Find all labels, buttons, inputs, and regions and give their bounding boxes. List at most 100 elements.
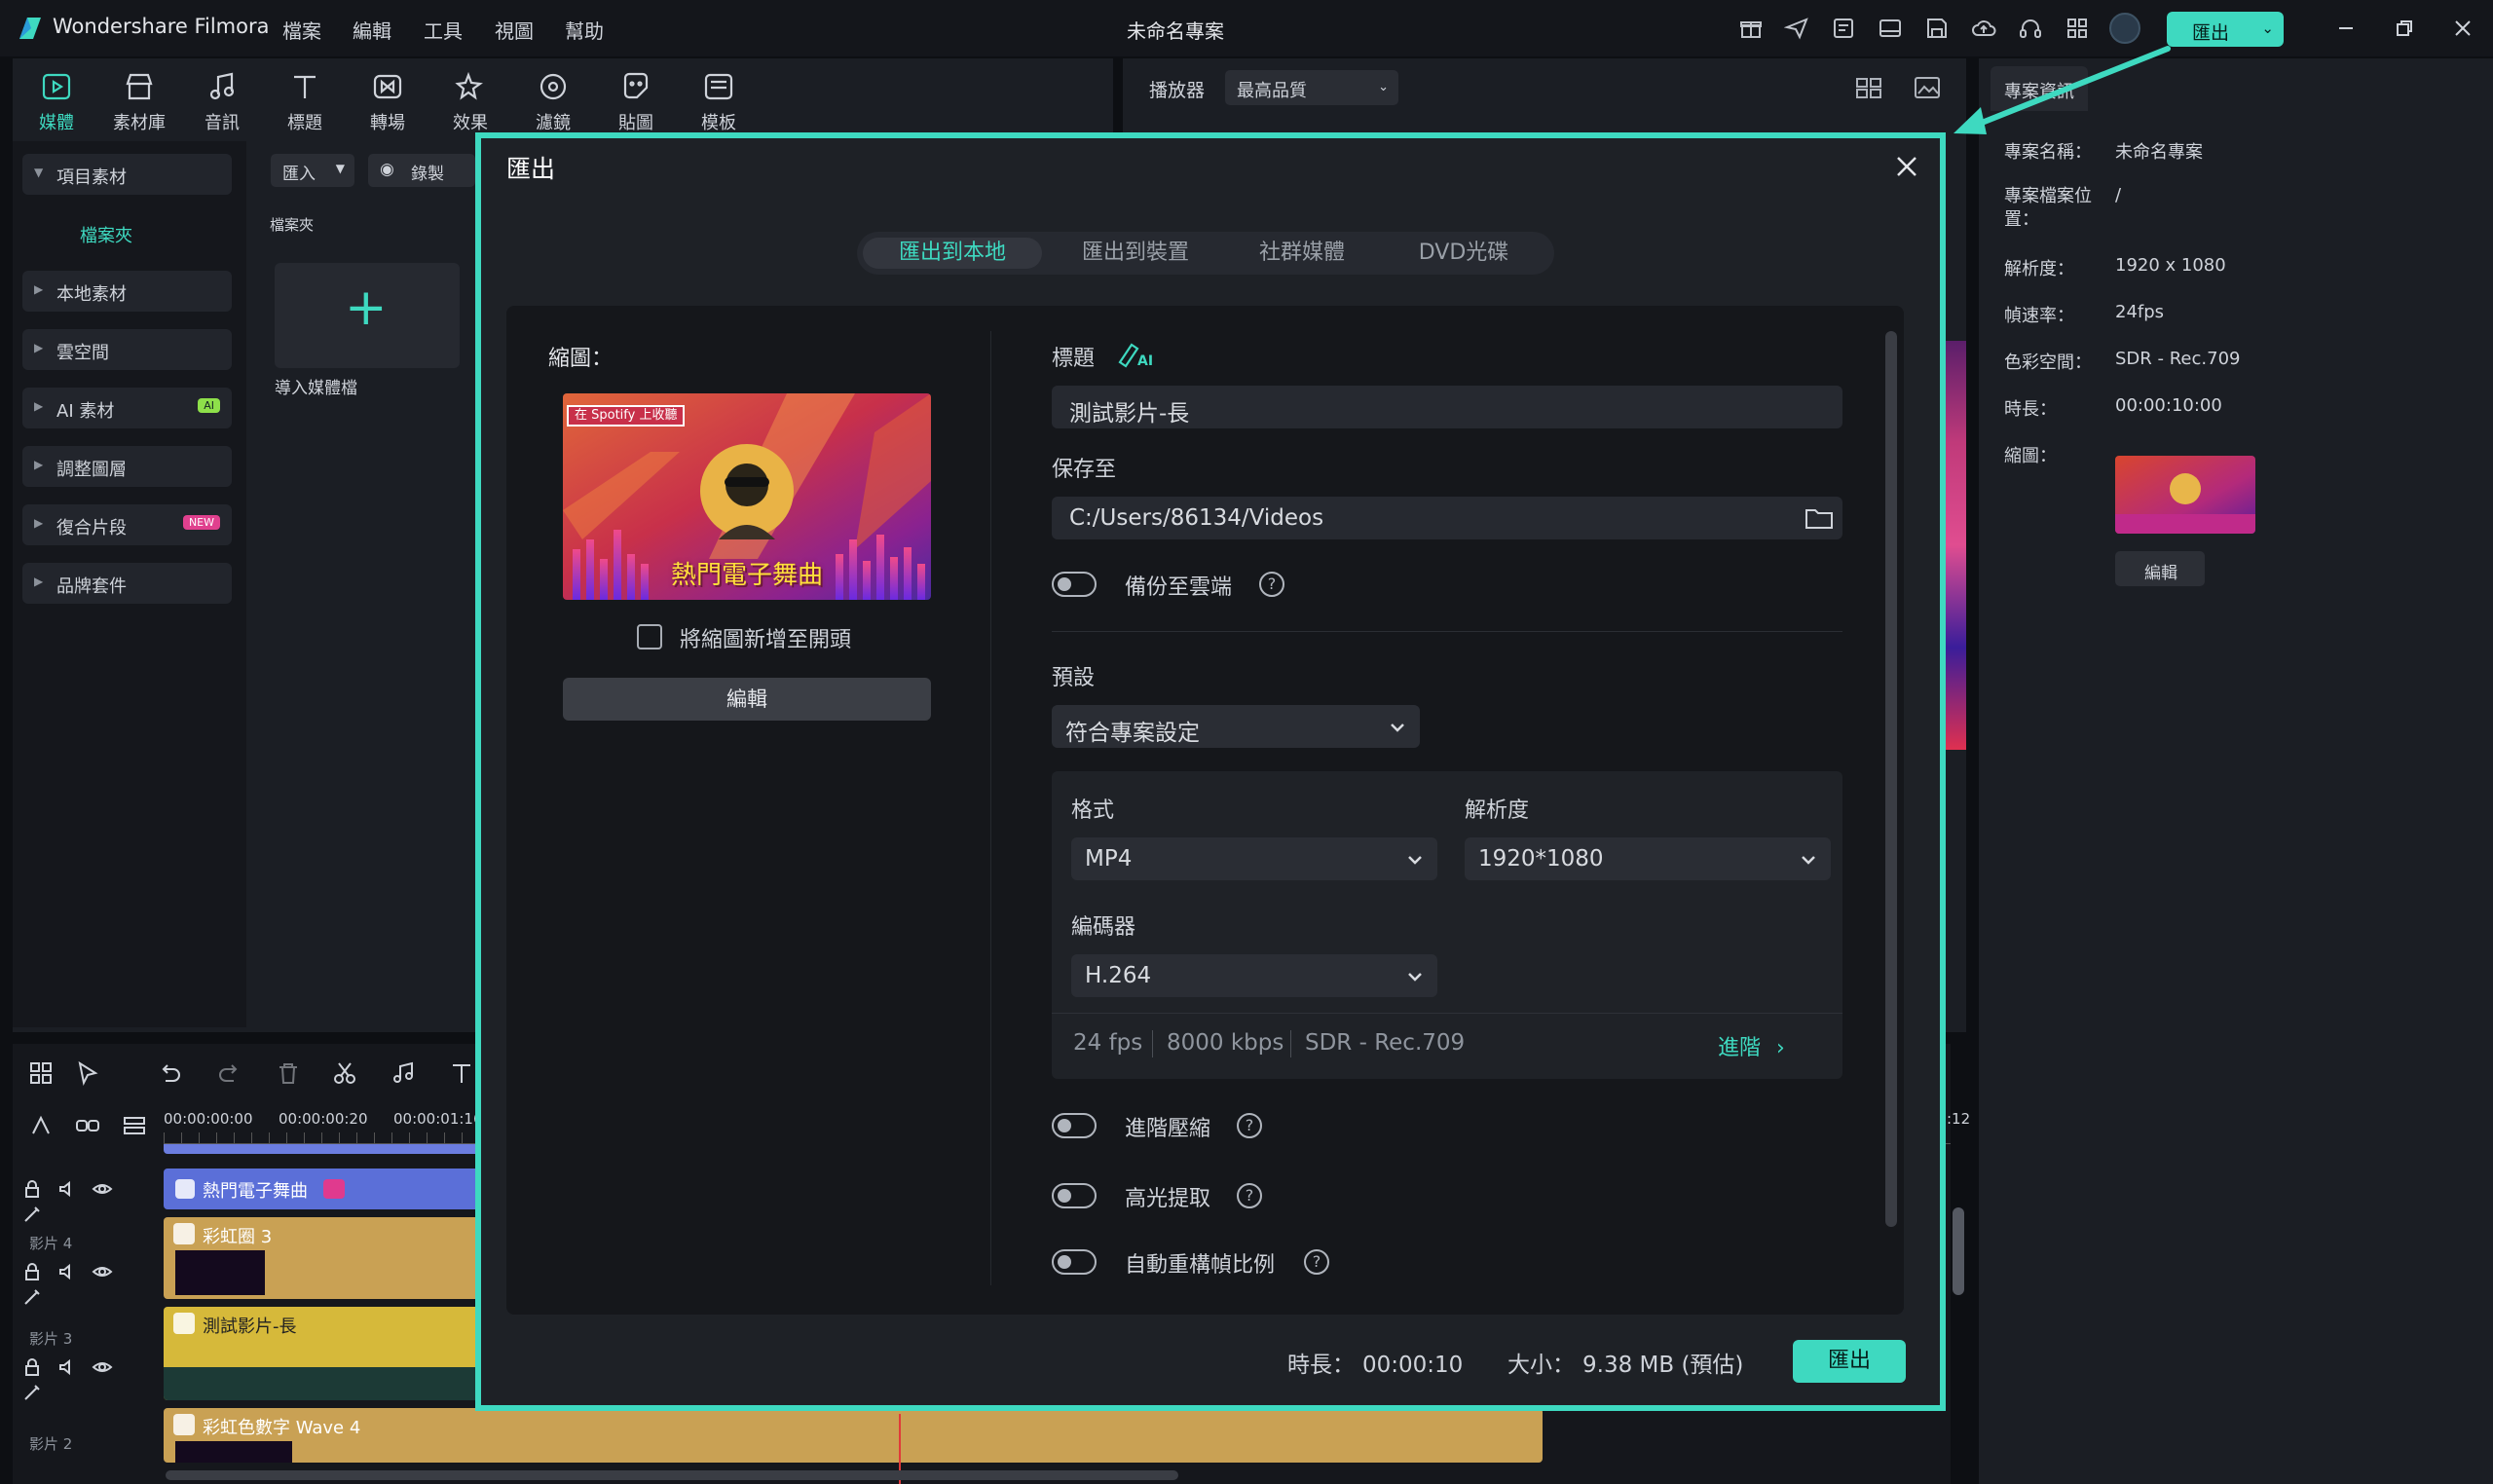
format-select[interactable]: MP4 [1071,837,1437,880]
lib-item-adjust[interactable]: ▶ 調整圖層 [22,446,232,487]
send-icon[interactable] [1783,16,1809,41]
lib-item-compound[interactable]: ▶ 復合片段 NEW [22,504,232,545]
layout-icon[interactable] [1878,16,1903,41]
rainbow-wave-clip[interactable]: 彩虹色數字 Wave 4 [164,1408,1543,1463]
ai-title-icon[interactable]: AI [1116,339,1153,369]
tool-titles[interactable]: 標題 [270,66,340,134]
timeline-scrollbar[interactable] [166,1470,1178,1480]
restore-icon[interactable] [2390,14,2419,43]
minimize-icon[interactable] [2331,14,2361,43]
thumbnail-label: 縮圖： [548,347,614,371]
lib-folder-item[interactable]: 檔案夾 [80,222,132,247]
lib-item-project[interactable]: ▼ 項目素材 [22,154,232,195]
select-tool-icon[interactable] [74,1059,101,1087]
grid-view-icon[interactable] [1854,74,1883,101]
lib-item-ai[interactable]: ▶ AI 素材 AI [22,388,232,428]
test-video-clip[interactable]: 測試影片-長 [164,1307,485,1400]
magic-wand-icon[interactable] [21,1382,43,1403]
help-icon[interactable]: ? [1237,1113,1262,1138]
text-tool-icon[interactable] [448,1059,475,1087]
lib-item-cloud[interactable]: ▶ 雲空間 [22,329,232,370]
help-icon[interactable]: ? [1304,1249,1329,1275]
advanced-settings-link[interactable]: 進階 › [1718,1030,1785,1061]
audio-detach-icon[interactable] [390,1059,417,1087]
title-input[interactable]: 測試影片-長 [1052,386,1842,428]
export-size: 大小： 9.38 MB (預估) [1507,1346,1743,1379]
gift-icon[interactable] [1738,16,1764,41]
cloud-upload-icon[interactable] [1971,16,1996,41]
save-path-input[interactable]: C:/Users/86134/Videos [1052,497,1842,539]
speaker-icon[interactable] [56,1356,78,1378]
magic-wand-icon[interactable] [21,1286,43,1308]
undo-icon[interactable] [156,1059,183,1087]
encoder-select[interactable]: H.264 [1071,954,1437,997]
tab-local[interactable]: 匯出到本地 [863,238,1042,269]
menu-help[interactable]: 幫助 [565,16,604,44]
rainbow-circle-clip[interactable]: 彩虹圈 3 [164,1217,485,1299]
tool-templates[interactable]: 模板 [684,66,754,134]
advanced-compression-toggle[interactable] [1052,1113,1097,1138]
help-icon[interactable]: ? [1259,572,1284,597]
lib-item-brand[interactable]: ▶ 品牌套件 [22,563,232,604]
tool-transitions[interactable]: 轉場 [353,66,423,134]
new-badge: NEW [182,515,220,530]
add-thumbnail-checkbox[interactable] [637,624,662,649]
speaker-icon[interactable] [56,1261,78,1282]
folder-icon[interactable] [1804,504,1835,532]
tool-effects[interactable]: 效果 [435,66,505,134]
timeline-vertical-scrollbar[interactable] [1953,1207,1964,1295]
menu-edit[interactable]: 編輯 [353,16,391,44]
dialog-scrollbar[interactable] [1885,331,1897,1227]
quality-select[interactable]: 最高品質 ⌄ [1225,70,1398,105]
import-media-card[interactable]: + [275,263,460,368]
headset-icon[interactable] [2018,16,2043,41]
link-icon[interactable] [74,1112,101,1139]
apps-grid-icon[interactable] [2065,16,2090,41]
lock-icon[interactable] [21,1178,43,1200]
snap-icon[interactable] [27,1112,55,1139]
lib-item-local[interactable]: ▶ 本地素材 [22,271,232,312]
delete-icon[interactable] [275,1059,302,1087]
tool-stickers[interactable]: 貼圖 [601,66,671,134]
tab-social[interactable]: 社群媒體 [1229,238,1375,269]
auto-reframe-toggle[interactable] [1052,1249,1097,1275]
tab-dvd[interactable]: DVD光碟 [1379,238,1548,269]
dialog-export-button[interactable]: 匯出 [1793,1340,1906,1383]
menu-tools[interactable]: 工具 [424,16,463,44]
scissors-icon[interactable] [331,1059,358,1087]
eye-icon[interactable] [92,1178,113,1200]
eye-icon[interactable] [92,1356,113,1378]
highlight-extract-toggle[interactable] [1052,1183,1097,1208]
close-window-icon[interactable] [2448,14,2477,43]
checklist-icon[interactable] [1831,16,1856,41]
thumbnail-edit-button[interactable]: 編輯 [563,678,931,721]
tool-filters[interactable]: 濾鏡 [518,66,588,134]
tool-media[interactable]: 媒體 [21,66,92,134]
resolution-select[interactable]: 1920*1080 [1465,837,1831,880]
speaker-icon[interactable] [56,1178,78,1200]
tool-audio[interactable]: 音訊 [187,66,257,134]
backup-cloud-toggle[interactable] [1052,572,1097,597]
menu-view[interactable]: 視圖 [495,16,534,44]
title-clip[interactable]: 熱門電子舞曲 [164,1169,485,1209]
help-icon[interactable]: ? [1237,1183,1262,1208]
tab-device[interactable]: 匯出到裝置 [1046,238,1225,269]
import-button[interactable]: 匯入 ▼ [271,154,354,187]
lock-icon[interactable] [21,1261,43,1282]
clip-fragment[interactable] [164,1144,485,1154]
export-thumbnail[interactable]: 在 Spotify 上收聽 熱門電子舞曲 [563,393,931,600]
preset-select[interactable]: 符合專案設定 [1052,705,1420,748]
record-button[interactable]: ◉ 錄製 [368,154,475,187]
layout-toggle-icon[interactable] [27,1059,55,1087]
close-icon[interactable] [1890,150,1923,183]
info-edit-button[interactable]: 編輯 [2115,551,2205,586]
lock-icon[interactable] [21,1356,43,1378]
eye-icon[interactable] [92,1261,113,1282]
redo-icon[interactable] [216,1059,243,1087]
track-manage-icon[interactable] [121,1112,148,1139]
info-value: SDR - Rec.709 [2115,349,2241,369]
magic-wand-icon[interactable] [21,1204,43,1225]
tool-stock[interactable]: 素材庫 [104,66,174,134]
save-icon[interactable] [1924,16,1950,41]
menu-file[interactable]: 檔案 [282,16,321,44]
